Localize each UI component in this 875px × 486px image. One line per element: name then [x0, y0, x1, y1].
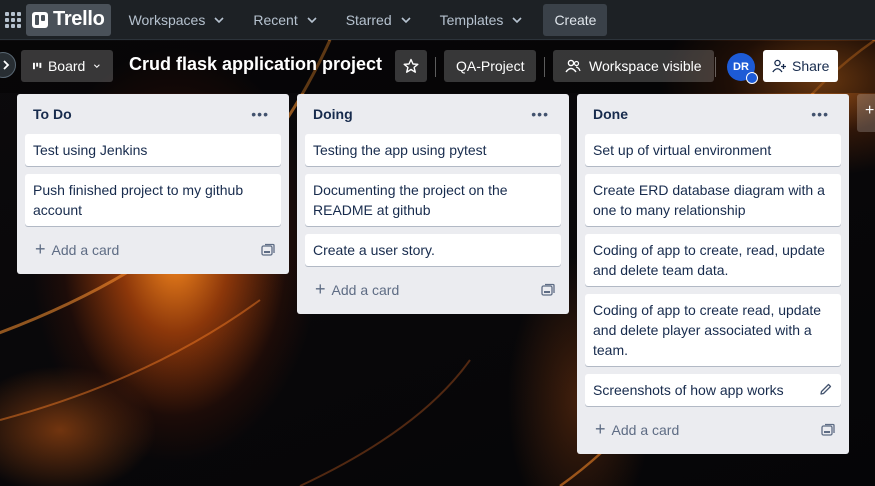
card-template-icon[interactable]: [821, 423, 835, 437]
visibility-label: Workspace visible: [589, 58, 702, 74]
card[interactable]: Test using Jenkins: [25, 134, 281, 166]
list-title[interactable]: To Do: [33, 106, 72, 122]
card-text: Screenshots of how app works: [593, 382, 784, 398]
list-doing: Doing ••• Testing the app using pytest D…: [297, 94, 569, 314]
trello-logo-icon: [32, 11, 48, 28]
app-switcher-icon[interactable]: [0, 4, 26, 36]
plus-icon: +: [35, 239, 46, 259]
add-card-button[interactable]: + Add a card: [585, 414, 841, 446]
card[interactable]: Screenshots of how app works: [585, 374, 841, 406]
add-member-icon: [772, 59, 786, 73]
list-done: Done ••• Set up of virtual environment C…: [577, 94, 849, 454]
pencil-icon[interactable]: [819, 382, 833, 396]
trello-logo[interactable]: Trello: [26, 3, 111, 36]
starred-menu-label: Starred: [345, 11, 392, 28]
header-divider: [435, 57, 436, 77]
star-board-button[interactable]: [395, 50, 427, 82]
add-list-button[interactable]: +: [857, 94, 875, 132]
chevron-down-icon: [307, 16, 317, 23]
star-icon: [403, 58, 419, 73]
recent-menu[interactable]: Recent: [241, 4, 329, 36]
starred-menu[interactable]: Starred: [334, 4, 424, 36]
chevron-down-icon: [94, 64, 101, 69]
card-template-icon[interactable]: [541, 283, 555, 297]
plus-icon: +: [595, 419, 606, 439]
card[interactable]: Coding of app to create read, update and…: [585, 294, 841, 366]
board-title[interactable]: Crud flask application project: [129, 54, 382, 75]
card[interactable]: Create a user story.: [305, 234, 561, 266]
create-button[interactable]: Create: [543, 3, 608, 36]
workspaces-menu-label: Workspaces: [128, 11, 206, 28]
card[interactable]: Push finished project to my github accou…: [25, 174, 281, 226]
list-menu-icon[interactable]: •••: [251, 106, 273, 122]
list-header: Doing •••: [305, 94, 561, 134]
board-view-icon: [33, 62, 42, 70]
workspace-button[interactable]: QA-Project: [444, 50, 537, 82]
add-card-button[interactable]: + Add a card: [305, 274, 561, 306]
plus-icon: +: [865, 102, 875, 119]
card-template-icon[interactable]: [261, 243, 275, 257]
plus-icon: +: [315, 279, 326, 299]
avatar[interactable]: DR: [727, 53, 758, 84]
board-view-label: Board: [47, 58, 86, 74]
card[interactable]: Create ERD database diagram with a one t…: [585, 174, 841, 226]
admin-badge-icon: [746, 72, 758, 84]
avatar-initials: DR: [733, 61, 749, 73]
list-title[interactable]: Done: [593, 106, 628, 122]
list-to-do: To Do ••• Test using Jenkins Push finish…: [17, 94, 289, 274]
list-header: To Do •••: [25, 94, 281, 134]
add-card-label: Add a card: [331, 282, 400, 298]
recent-menu-label: Recent: [253, 11, 298, 28]
trello-logo-text: Trello: [53, 8, 105, 30]
people-icon: [565, 59, 581, 73]
list-menu-icon[interactable]: •••: [531, 106, 553, 122]
workspaces-menu[interactable]: Workspaces: [117, 4, 238, 36]
sidebar-expand-button[interactable]: [0, 52, 16, 78]
board-header: Board Crud flask application project QA-…: [0, 41, 875, 93]
top-navigation: Trello Workspaces Recent Starred Templat…: [0, 0, 875, 40]
share-label: Share: [792, 58, 830, 74]
add-card-label: Add a card: [611, 422, 680, 438]
card[interactable]: Documenting the project on the README at…: [305, 174, 561, 226]
add-card-button[interactable]: + Add a card: [25, 234, 281, 266]
chevron-right-icon: [3, 60, 10, 70]
card[interactable]: Set up of virtual environment: [585, 134, 841, 166]
card[interactable]: Coding of app to create, read, update an…: [585, 234, 841, 286]
chevron-down-icon: [214, 16, 224, 23]
templates-menu-label: Templates: [439, 11, 504, 28]
chevron-down-icon: [401, 16, 411, 23]
card[interactable]: Testing the app using pytest: [305, 134, 561, 166]
share-button[interactable]: Share: [763, 50, 838, 82]
header-divider: [544, 57, 545, 77]
add-card-label: Add a card: [51, 242, 120, 258]
templates-menu[interactable]: Templates: [428, 4, 536, 36]
visibility-button[interactable]: Workspace visible: [553, 50, 714, 82]
chevron-down-icon: [512, 16, 523, 23]
board-view-switcher[interactable]: Board: [21, 50, 113, 82]
list-title[interactable]: Doing: [313, 106, 353, 122]
list-header: Done •••: [585, 94, 841, 134]
header-divider: [715, 57, 716, 77]
list-menu-icon[interactable]: •••: [811, 106, 833, 122]
